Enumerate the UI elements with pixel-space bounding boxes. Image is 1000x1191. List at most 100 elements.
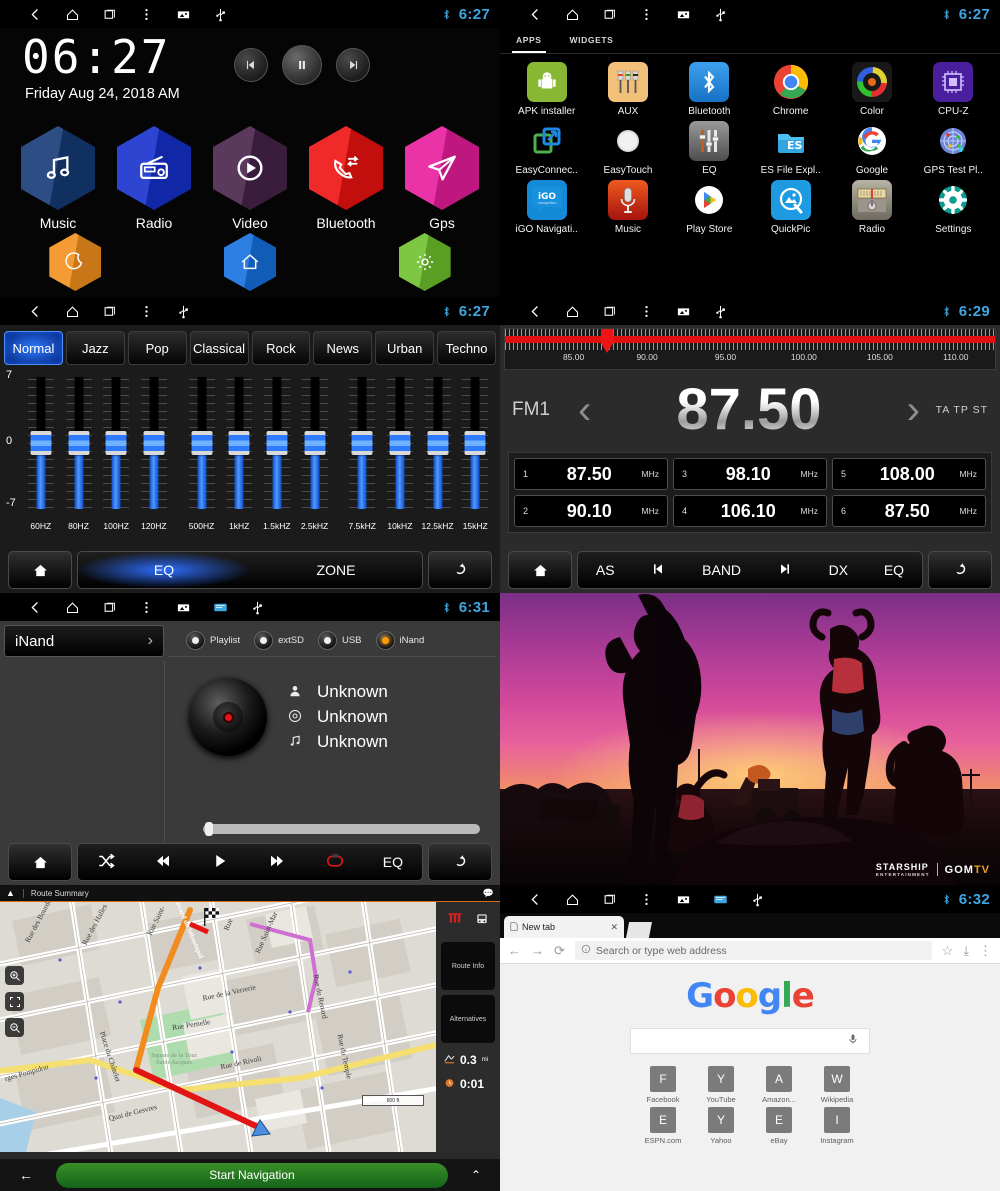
screenshot-icon[interactable] xyxy=(176,7,191,22)
app-chrome[interactable]: Chrome xyxy=(750,62,831,117)
shortcut-video[interactable]: Video xyxy=(208,126,292,231)
next-button[interactable] xyxy=(267,852,287,873)
tab-widgets[interactable]: WIDGETS xyxy=(566,32,618,53)
close-icon[interactable]: ✕ xyxy=(610,922,618,933)
screenshot-icon[interactable] xyxy=(676,304,691,319)
source-option-playlist[interactable]: Playlist xyxy=(186,631,240,650)
tune-down-button[interactable]: ‹ xyxy=(570,388,599,433)
app-music[interactable]: Music xyxy=(587,180,668,235)
chrome-menu-icon[interactable]: ⋮ xyxy=(979,943,992,959)
hex-tile-music[interactable] xyxy=(21,126,95,210)
recents-icon[interactable] xyxy=(102,600,117,615)
recents-icon[interactable] xyxy=(602,304,617,319)
message-icon[interactable] xyxy=(213,600,228,615)
app-easytouch[interactable]: EasyTouch xyxy=(587,121,668,176)
settings-button[interactable] xyxy=(398,233,451,291)
home-button[interactable] xyxy=(508,551,572,589)
back-icon[interactable] xyxy=(528,892,543,907)
hex-tile-video[interactable] xyxy=(213,126,287,210)
new-tab-button[interactable] xyxy=(626,922,652,938)
home-icon[interactable] xyxy=(65,600,80,615)
app-color[interactable]: Color xyxy=(831,62,912,117)
tile-espn[interactable]: E ESPN.com xyxy=(640,1107,686,1145)
forward-nav-icon[interactable]: → xyxy=(531,943,544,958)
home-icon[interactable] xyxy=(565,7,580,22)
app-eq[interactable]: EQ xyxy=(669,121,750,176)
dx-button[interactable]: DX xyxy=(829,562,848,578)
radio-tuning-bar[interactable]: 85.00 90.00 95.00 100.00 105.00 110.00 xyxy=(504,328,996,370)
eq-band-slider[interactable]: 120HZ xyxy=(135,377,173,531)
zoom-out-button[interactable] xyxy=(5,1018,24,1037)
app-cpu-z[interactable]: CPU-Z xyxy=(913,62,994,117)
eq-band-slider[interactable]: 12.5kHZ xyxy=(419,377,457,531)
prev-station-button[interactable] xyxy=(650,561,666,580)
home-button[interactable] xyxy=(8,551,72,589)
app-settings[interactable]: Settings xyxy=(913,180,994,235)
previous-button[interactable] xyxy=(153,852,173,873)
app-easyconnect[interactable]: EasyConnec.. xyxy=(506,121,587,176)
playback-progress-bar[interactable] xyxy=(203,822,480,836)
radio-preset[interactable]: 6 87.50 MHz xyxy=(832,495,986,527)
source-selector[interactable]: iNand › xyxy=(4,625,164,657)
overflow-menu-icon[interactable] xyxy=(639,892,654,907)
eq-band-slider[interactable]: 80HZ xyxy=(60,377,98,531)
tile-instagram[interactable]: I Instagram xyxy=(814,1107,860,1145)
eq-band-slider[interactable]: 1kHZ xyxy=(220,377,258,531)
eq-preset-techno[interactable]: Techno xyxy=(437,331,496,365)
eq-band-slider[interactable]: 100HZ xyxy=(97,377,135,531)
eq-preset-urban[interactable]: Urban xyxy=(375,331,435,365)
panel-video-playback[interactable]: STARSHIP ENTERTAINMENT GOMTV xyxy=(500,593,1000,885)
back-icon[interactable] xyxy=(528,304,543,319)
shortcut-radio[interactable]: Radio xyxy=(112,126,196,231)
app-bluetooth[interactable]: Bluetooth xyxy=(669,62,750,117)
app-gps-test-plus[interactable]: GPS Test Pl.. xyxy=(913,121,994,176)
bookmark-star-icon[interactable]: ☆ xyxy=(942,943,954,959)
source-option-usb[interactable]: USB xyxy=(317,631,362,650)
address-bar[interactable]: Search or type web address xyxy=(574,941,932,960)
map-canvas[interactable]: Rue des Bourdo Rue des Halles Rue Saint-… xyxy=(0,902,436,1152)
tile-youtube[interactable]: Y YouTube xyxy=(698,1066,744,1104)
play-pause-button[interactable] xyxy=(281,45,322,85)
eq-preset-pop[interactable]: Pop xyxy=(127,331,187,365)
tab-apps[interactable]: APPS xyxy=(512,32,546,53)
eq-preset-classical[interactable]: Classical xyxy=(189,331,249,365)
eq-band-slider[interactable]: 7.5kHZ xyxy=(343,377,381,531)
back-button[interactable] xyxy=(428,551,492,589)
app-aux[interactable]: AUX xyxy=(587,62,668,117)
zoom-in-button[interactable] xyxy=(5,966,24,985)
source-option-inand[interactable]: iNand xyxy=(375,631,424,650)
home-icon[interactable] xyxy=(65,304,80,319)
overflow-menu-icon[interactable] xyxy=(639,304,654,319)
app-google[interactable]: Google xyxy=(831,121,912,176)
alternatives-button[interactable]: Alternatives xyxy=(441,995,495,1043)
shortcut-gps[interactable]: Gps xyxy=(400,126,484,231)
tile-amazon[interactable]: A Amazon... xyxy=(756,1066,802,1104)
home-button[interactable] xyxy=(8,843,72,881)
app-igo-navigation[interactable]: iGO navigation iGO Navigati.. xyxy=(506,180,587,235)
back-icon[interactable] xyxy=(528,7,543,22)
back-icon[interactable] xyxy=(28,600,43,615)
radio-preset[interactable]: 5 108.00 MHz xyxy=(832,458,986,490)
radio-preset[interactable]: 3 98.10 MHz xyxy=(673,458,827,490)
nav-expand-button[interactable]: ⌃ xyxy=(452,1168,500,1182)
clock-widget[interactable]: 06:27 Friday Aug 24, 2018 AM xyxy=(22,34,180,102)
eq-preset-rock[interactable]: Rock xyxy=(251,331,311,365)
shortcut-bluetooth[interactable]: Bluetooth xyxy=(304,126,388,231)
auto-store-button[interactable]: AS xyxy=(596,562,615,578)
back-button[interactable] xyxy=(428,843,492,881)
tile-yahoo[interactable]: Y Yahoo xyxy=(698,1107,744,1145)
eq-preset-jazz[interactable]: Jazz xyxy=(65,331,125,365)
tile-facebook[interactable]: F Facebook xyxy=(640,1066,686,1104)
radio-preset[interactable]: 1 87.50 MHz xyxy=(514,458,668,490)
eq-tab-button[interactable]: EQ xyxy=(78,552,250,588)
download-icon[interactable]: ⤓ xyxy=(963,943,969,959)
message-icon[interactable] xyxy=(713,892,728,907)
play-button[interactable] xyxy=(211,852,229,873)
overflow-menu-icon[interactable] xyxy=(139,7,154,22)
source-option-extsd[interactable]: extSD xyxy=(254,631,304,650)
home-icon[interactable] xyxy=(565,892,580,907)
eq-band-slider[interactable]: 1.5kHZ xyxy=(258,377,296,531)
nav-up-arrow-icon[interactable]: ▲ xyxy=(6,888,15,898)
next-track-button[interactable] xyxy=(335,48,370,82)
night-mode-button[interactable] xyxy=(49,233,102,291)
